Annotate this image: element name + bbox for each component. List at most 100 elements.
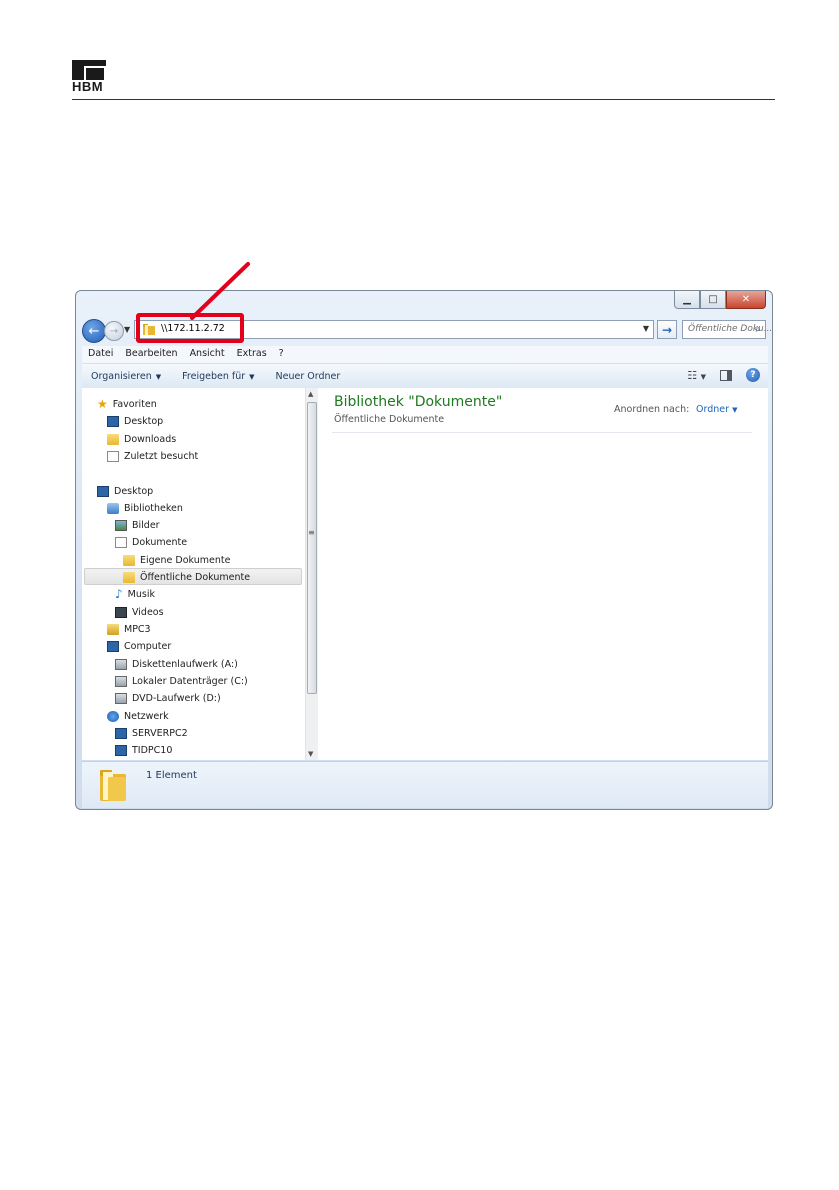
change-view-icon[interactable]: ☷ ▼ bbox=[687, 369, 706, 382]
tree-label: Dokumente bbox=[132, 536, 188, 548]
menu-extras[interactable]: Extras bbox=[231, 346, 273, 363]
tree-item-tidpc10[interactable]: TIDPC10 bbox=[115, 742, 172, 758]
menu-bearbeiten[interactable]: Bearbeiten bbox=[119, 346, 183, 363]
header-rule bbox=[72, 99, 775, 100]
tree-label: DVD-Laufwerk (D:) bbox=[132, 692, 221, 704]
address-dropdown-icon[interactable]: ▼ bbox=[643, 324, 649, 333]
back-arrow-icon: ← bbox=[88, 323, 100, 339]
tree-item-documents[interactable]: Dokumente bbox=[115, 534, 187, 550]
music-icon: ♪ bbox=[115, 587, 123, 601]
desktop-icon bbox=[97, 485, 109, 497]
tree-item-recent[interactable]: Zuletzt besucht bbox=[107, 448, 198, 464]
tree-label: Diskettenlaufwerk (A:) bbox=[132, 658, 238, 670]
tree-item-network[interactable]: Netzwerk bbox=[107, 708, 169, 724]
go-arrow-icon: → bbox=[661, 322, 673, 337]
tree-item-music[interactable]: ♪ Musik bbox=[115, 586, 155, 602]
tree-label: Desktop bbox=[114, 485, 154, 497]
folder-icon bbox=[123, 554, 135, 566]
tree-item-libraries[interactable]: Bibliotheken bbox=[107, 500, 183, 516]
tree-item-desktop[interactable]: Desktop bbox=[97, 483, 153, 499]
tree-item-downloads[interactable]: Downloads bbox=[107, 431, 176, 447]
recent-places-icon bbox=[107, 450, 119, 462]
hard-drive-icon bbox=[115, 675, 127, 687]
floppy-drive-icon bbox=[115, 658, 127, 670]
tree-label: Downloads bbox=[124, 433, 177, 445]
menu-help[interactable]: ? bbox=[273, 346, 290, 363]
tree-label: Bibliotheken bbox=[124, 502, 183, 514]
hbm-logo-mark bbox=[72, 60, 106, 80]
desktop-icon bbox=[107, 415, 119, 427]
tree-item-favorites[interactable]: ★ Favoriten bbox=[97, 396, 157, 412]
forward-button[interactable]: → bbox=[104, 321, 124, 341]
content-pane: Bibliothek "Dokumente" Öffentliche Dokum… bbox=[318, 388, 768, 760]
tree-label: Bilder bbox=[132, 519, 160, 531]
details-pane: 1 Element bbox=[82, 761, 768, 808]
back-button[interactable]: ← bbox=[82, 319, 106, 343]
tree-item-my-documents[interactable]: Eigene Dokumente bbox=[123, 552, 230, 568]
tree-label: MPC3 bbox=[124, 623, 151, 635]
item-count: 1 Element bbox=[146, 770, 197, 781]
scroll-thumb[interactable] bbox=[307, 402, 317, 694]
library-title: Bibliothek "Dokumente" bbox=[334, 394, 503, 410]
menu-datei[interactable]: Datei bbox=[82, 346, 119, 363]
scroll-down-icon[interactable]: ▼ bbox=[308, 750, 313, 758]
tree-item-desktop-fav[interactable]: Desktop bbox=[107, 413, 163, 429]
tree-label: Öffentliche Dokumente bbox=[140, 571, 251, 583]
search-icon[interactable]: ⌕ bbox=[755, 324, 761, 335]
menu-ansicht[interactable]: Ansicht bbox=[184, 346, 231, 363]
tree-item-serverpc2[interactable]: SERVERPC2 bbox=[115, 725, 188, 741]
tree-item-local-disk[interactable]: Lokaler Datenträger (C:) bbox=[115, 673, 248, 689]
tree-item-mpc3[interactable]: MPC3 bbox=[107, 621, 151, 637]
search-input[interactable]: Öffentliche Doku... ⌕ bbox=[682, 320, 772, 339]
new-folder-button[interactable]: Neuer Ordner bbox=[267, 371, 353, 382]
maximize-button[interactable]: □ bbox=[700, 291, 726, 309]
navigation-scrollbar[interactable]: ▲ ≡ ▼ bbox=[305, 388, 318, 760]
tree-label: Zuletzt besucht bbox=[124, 450, 199, 462]
folder-icon bbox=[107, 433, 119, 445]
organize-label: Organisieren bbox=[91, 370, 152, 382]
library-subtitle: Öffentliche Dokumente bbox=[334, 414, 445, 425]
forward-arrow-icon: → bbox=[109, 325, 119, 337]
new-folder-label: Neuer Ordner bbox=[275, 370, 341, 382]
explorer-window: ▁ □ ✕ ← → ▼ \\172.11.2.72 ▼ → Öffentlich… bbox=[75, 290, 773, 810]
computer-icon bbox=[107, 640, 119, 652]
tree-item-floppy[interactable]: Diskettenlaufwerk (A:) bbox=[115, 656, 238, 672]
tree-label: Videos bbox=[132, 606, 164, 618]
videos-icon bbox=[115, 606, 127, 618]
address-highlight-box bbox=[136, 313, 244, 343]
scroll-up-icon[interactable]: ▲ bbox=[308, 390, 313, 398]
tree-item-dvd[interactable]: DVD-Laufwerk (D:) bbox=[115, 690, 221, 706]
tree-label: Musik bbox=[127, 588, 155, 600]
tree-item-videos[interactable]: Videos bbox=[115, 604, 164, 620]
go-button[interactable]: → bbox=[657, 320, 677, 339]
help-icon[interactable]: ? bbox=[746, 368, 760, 382]
caption-buttons: ▁ □ ✕ bbox=[674, 291, 766, 309]
share-button[interactable]: Freigeben für ▼ bbox=[173, 371, 266, 382]
arrange-by-value: Ordner bbox=[696, 404, 730, 415]
tree-label: Eigene Dokumente bbox=[140, 554, 231, 566]
user-folder-icon bbox=[107, 623, 119, 635]
toolbar-right: ☷ ▼ ? bbox=[687, 368, 760, 382]
tree-label: Computer bbox=[124, 640, 172, 652]
recent-pages-dropdown[interactable]: ▼ bbox=[124, 325, 130, 334]
tree-item-public-documents[interactable]: Öffentliche Dokumente bbox=[123, 569, 250, 585]
tree-item-pictures[interactable]: Bilder bbox=[115, 517, 160, 533]
preview-pane-icon[interactable] bbox=[720, 369, 732, 381]
arrange-by-dropdown[interactable]: Ordner ▼ bbox=[696, 404, 737, 415]
star-icon: ★ bbox=[97, 397, 108, 411]
organize-button[interactable]: Organisieren ▼ bbox=[82, 371, 173, 382]
pictures-icon bbox=[115, 519, 127, 531]
content-divider bbox=[332, 432, 752, 433]
tree-label: Lokaler Datenträger (C:) bbox=[132, 675, 248, 687]
scroll-grip-icon: ≡ bbox=[308, 528, 315, 537]
minimize-button[interactable]: ▁ bbox=[674, 291, 700, 309]
tree-label: Netzwerk bbox=[124, 710, 169, 722]
network-icon bbox=[107, 710, 119, 722]
tree-label: TIDPC10 bbox=[132, 744, 173, 756]
tree-item-computer[interactable]: Computer bbox=[107, 638, 171, 654]
dvd-drive-icon bbox=[115, 692, 127, 704]
close-button[interactable]: ✕ bbox=[726, 291, 766, 309]
tree-label: Desktop bbox=[124, 415, 164, 427]
network-computer-icon bbox=[115, 727, 127, 739]
libraries-icon bbox=[107, 502, 119, 514]
